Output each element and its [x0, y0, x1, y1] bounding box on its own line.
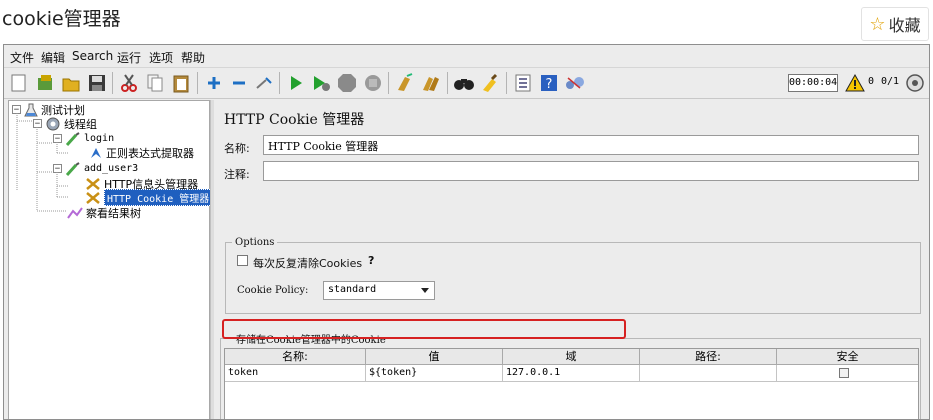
name-label: 名称: — [224, 142, 250, 155]
collapse-toggle-icon[interactable]: − — [53, 164, 62, 174]
tree-item-add-user[interactable]: − add_user3 — [53, 161, 138, 176]
new-icon[interactable] — [8, 72, 30, 94]
tools-icon — [86, 177, 100, 190]
templates-icon[interactable] — [34, 72, 56, 94]
menu-edit[interactable]: 编辑 — [41, 49, 65, 66]
collapse-icon[interactable] — [228, 72, 250, 94]
menu-run[interactable]: 运行 — [117, 49, 141, 66]
options-legend: Options — [232, 237, 278, 248]
comment-label: 注释: — [224, 168, 250, 181]
jmeter-window: 文件 编辑 Search 运行 选项 帮助 ? 00:00:04 0 0/1 −… — [3, 44, 930, 420]
tree-item-thread-group[interactable]: − 线程组 — [33, 116, 97, 131]
cookie-manager-panel: HTTP Cookie 管理器 名称: HTTP Cookie 管理器 注释: … — [215, 100, 929, 419]
svg-text:?: ? — [546, 77, 553, 92]
shutdown-icon[interactable] — [362, 72, 384, 94]
menu-search[interactable]: Search — [72, 49, 113, 63]
menu-file[interactable]: 文件 — [10, 49, 34, 66]
save-icon[interactable] — [86, 72, 108, 94]
remote-status-icon[interactable] — [904, 72, 926, 94]
paste-icon[interactable] — [170, 72, 192, 94]
column-header-name[interactable]: 名称: — [225, 349, 366, 365]
start-icon[interactable] — [285, 72, 307, 94]
clear-each-iteration-checkbox[interactable] — [237, 255, 248, 266]
tree-item-label-selected: HTTP Cookie 管理器 — [104, 189, 213, 206]
cell-domain[interactable]: 127.0.0.1 — [503, 365, 640, 382]
menubar: 文件 编辑 Search 运行 选项 帮助 — [4, 45, 929, 68]
stop-icon[interactable] — [336, 72, 358, 94]
tree-item-label: add_user3 — [84, 163, 139, 174]
name-field[interactable]: HTTP Cookie 管理器 — [263, 135, 919, 155]
pipette-icon — [65, 161, 80, 176]
cut-icon[interactable] — [118, 72, 140, 94]
tree-item-login[interactable]: − login — [53, 131, 114, 146]
menu-options[interactable]: 选项 — [149, 49, 173, 66]
column-header-domain[interactable]: 域 — [503, 349, 640, 365]
gear-icon — [46, 117, 60, 130]
panel-title: HTTP Cookie 管理器 — [224, 112, 365, 128]
function-helper-icon[interactable] — [512, 72, 534, 94]
reset-search-icon[interactable] — [479, 72, 501, 94]
comment-field[interactable] — [263, 161, 919, 181]
collapse-toggle-icon[interactable]: − — [53, 134, 62, 144]
star-icon: ☆ — [869, 13, 886, 35]
cookie-policy-label: Cookie Policy: — [237, 285, 309, 296]
warning-icon[interactable] — [844, 72, 866, 94]
column-header-value[interactable]: 值 — [366, 349, 503, 365]
help-question-mark: ? — [368, 254, 375, 267]
start-no-timers-icon[interactable] — [310, 72, 332, 94]
tree-item-label: 察看结果树 — [86, 206, 141, 220]
cell-secure[interactable] — [777, 365, 918, 382]
collapse-toggle-icon[interactable]: − — [33, 119, 42, 129]
flask-icon — [24, 103, 38, 116]
remote-icon[interactable] — [564, 72, 586, 94]
toolbar: ? 00:00:04 0 0/1 — [4, 68, 929, 99]
tree-item-label: 线程组 — [64, 117, 97, 131]
cell-path[interactable] — [640, 365, 777, 382]
help-icon[interactable]: ? — [538, 72, 560, 94]
annotation-highlight-box — [222, 319, 626, 339]
search-icon[interactable] — [453, 72, 475, 94]
toggle-icon[interactable] — [253, 72, 275, 94]
secure-checkbox[interactable] — [839, 368, 849, 378]
clear-all-icon[interactable] — [420, 72, 442, 94]
pipette-icon — [65, 131, 80, 146]
tree-item-label: 正则表达式提取器 — [106, 146, 194, 160]
tree-item-cookie-manager[interactable]: HTTP Cookie 管理器 — [85, 189, 213, 206]
tree-item-label: login — [84, 133, 115, 144]
arrow-icon — [91, 147, 101, 158]
column-header-path[interactable]: 路径: — [640, 349, 777, 365]
cookie-policy-select[interactable]: standard — [323, 281, 435, 300]
clear-each-iteration-label: 每次反复清除Cookies — [253, 257, 363, 270]
chart-icon — [67, 206, 83, 219]
cookie-policy-value: standard — [328, 284, 377, 295]
tools-icon — [86, 191, 100, 204]
cell-name[interactable]: token — [225, 365, 366, 382]
copy-icon[interactable] — [144, 72, 166, 94]
cell-value[interactable]: ${token} — [366, 365, 503, 382]
menu-help[interactable]: 帮助 — [181, 49, 205, 66]
tree-item-results-tree[interactable]: 察看结果树 — [67, 205, 141, 220]
favorite-button[interactable]: ☆ 收藏 — [861, 7, 929, 41]
cookie-table: 名称: 值 域 路径: 安全 token ${token} 127.0.0.1 — [224, 348, 919, 419]
page-title: cookie管理器 — [2, 8, 121, 30]
pane-splitter[interactable] — [210, 100, 214, 419]
options-group — [225, 242, 921, 314]
collapse-toggle-icon[interactable]: − — [12, 105, 21, 115]
elapsed-time: 00:00:04 — [788, 74, 838, 92]
expand-icon[interactable] — [203, 72, 225, 94]
favorite-label: 收藏 — [888, 16, 921, 35]
open-icon[interactable] — [60, 72, 82, 94]
clear-icon[interactable] — [394, 72, 416, 94]
chevron-down-icon — [421, 288, 429, 293]
warning-count: 0 — [868, 76, 875, 87]
column-header-secure[interactable]: 安全 — [777, 349, 918, 365]
thread-count: 0/1 — [881, 76, 900, 87]
test-plan-tree: − 测试计划 − 线程组 − login 正则表达式提取器 − add_user… — [8, 100, 213, 419]
tree-item-regex-extractor[interactable]: 正则表达式提取器 — [89, 145, 194, 160]
